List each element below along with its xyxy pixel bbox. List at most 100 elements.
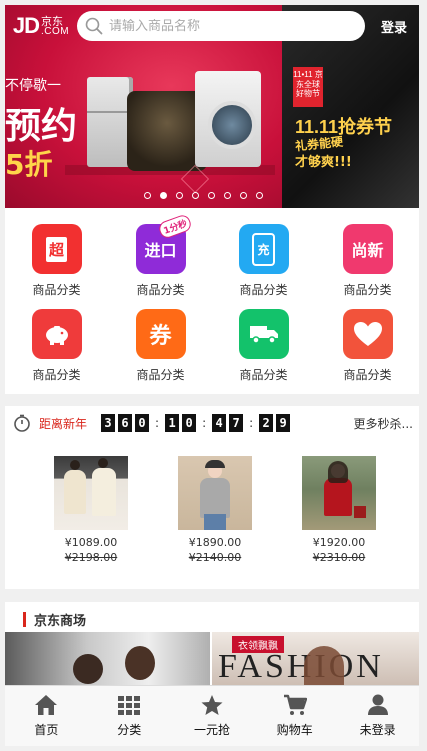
tab-label: 分类 <box>117 723 142 737</box>
product-image <box>302 456 376 530</box>
tab-label: 购物车 <box>276 723 313 737</box>
search-bar[interactable] <box>77 11 365 41</box>
shopping-cart-icon <box>283 694 307 715</box>
mall-banner-right[interactable]: 衣领飘飘 FASHION <box>212 632 419 692</box>
carousel-dot[interactable] <box>224 192 231 199</box>
recharge-icon: 进口 1分秒 <box>135 212 194 274</box>
timer-digit: 2 <box>259 414 274 432</box>
category-label: 商品分类 <box>239 283 288 297</box>
event-badge: 11•11 京东全球好物节 <box>293 67 323 107</box>
carousel-dot[interactable] <box>256 192 263 199</box>
category-glyph: 券 <box>149 324 172 349</box>
product-price: ¥1089.00 <box>64 536 118 549</box>
piggy-bank-icon <box>31 309 82 359</box>
product-image <box>54 456 128 530</box>
tab-home[interactable]: 首页 <box>5 686 88 746</box>
truck-icon <box>238 309 289 359</box>
seckill-section: 距离新年 360:10:47:29 更多秒杀... ¥1089.00 ¥2198… <box>5 406 419 589</box>
tab-user[interactable]: 未登录 <box>336 686 419 746</box>
tab-label: 未登录 <box>359 723 396 737</box>
cart-icon: 超 <box>31 224 82 274</box>
seckill-product[interactable]: ¥1920.00 ¥2310.00 <box>287 456 391 564</box>
seckill-product[interactable]: ¥1890.00 ¥2140.00 <box>163 456 267 564</box>
logo-cn: 京东 <box>41 14 63 28</box>
timer-digit: 0 <box>135 414 150 432</box>
carousel-dot[interactable] <box>208 192 215 199</box>
product-image <box>178 456 252 530</box>
seckill-header: 距离新年 360:10:47:29 更多秒杀... <box>13 412 413 434</box>
category-glyph: 充 <box>252 232 275 266</box>
tab-category[interactable]: 分类 <box>88 686 171 746</box>
heart-icon <box>342 309 393 359</box>
category-label: 商品分类 <box>136 368 185 382</box>
fashion-title: FASHION <box>218 648 384 685</box>
timer-separator: : <box>249 416 254 430</box>
hanger-icon: 尚新 <box>342 224 393 274</box>
app-frame: 不停歇一 预约 5折 11•11 京东全球好物节 11.11抢券节 礼券能硬 才… <box>5 5 419 746</box>
washer-image <box>195 71 261 167</box>
category-item[interactable]: 尚新 商品分类 <box>316 224 419 298</box>
mall-header: 京东商场 <box>23 610 86 629</box>
timer-digit: 3 <box>101 414 116 432</box>
tab-label: 首页 <box>34 723 59 737</box>
category-label: 商品分类 <box>343 368 392 382</box>
product-price: ¥1920.00 <box>312 536 366 549</box>
category-label: 商品分类 <box>32 368 81 382</box>
star-icon <box>201 695 223 715</box>
category-label: 商品分类 <box>343 283 392 297</box>
carousel-indicator[interactable] <box>144 192 263 199</box>
carousel-dot[interactable] <box>176 192 183 199</box>
login-button[interactable]: 登录 <box>369 17 419 36</box>
timer-digit: 1 <box>165 414 180 432</box>
section-accent-bar <box>23 612 26 627</box>
tab-cart[interactable]: 购物车 <box>253 686 336 746</box>
timer-separator: : <box>155 416 160 430</box>
product-price: ¥1890.00 <box>188 536 242 549</box>
category-item[interactable]: 充商品分类 <box>212 224 315 298</box>
carousel-dot[interactable] <box>240 192 247 199</box>
event-subtitle-2: 才够爽!!! <box>295 155 352 170</box>
category-item[interactable]: 商品分类 <box>212 309 315 383</box>
banner-promo-line1: 不停歇一 <box>5 78 61 94</box>
mall-banner-left[interactable] <box>5 632 210 692</box>
category-glyph: 超 <box>45 236 67 262</box>
tab-flash-deal[interactable]: 一元抢 <box>171 686 254 746</box>
category-item[interactable]: 商品分类 <box>5 309 108 383</box>
stopwatch-icon <box>14 414 30 432</box>
tab-label: 一元抢 <box>193 723 230 737</box>
grid-icon <box>118 696 141 715</box>
category-item[interactable]: 券商品分类 <box>109 309 212 383</box>
timer-separator: : <box>202 416 207 430</box>
timer-digit: 6 <box>118 414 133 432</box>
banner-promo-line3: 5折 <box>5 148 53 181</box>
category-item[interactable]: 超商品分类 <box>5 224 108 298</box>
category-badge: 1分秒 <box>157 212 194 241</box>
logo-com: .COM <box>41 25 70 37</box>
category-label: 商品分类 <box>136 283 185 297</box>
carousel-dot[interactable] <box>144 192 151 199</box>
product-original-price: ¥2140.00 <box>188 551 242 564</box>
logo-main: JD <box>12 13 40 38</box>
category-glyph: 尚新 <box>351 241 384 260</box>
product-original-price: ¥2198.00 <box>64 551 118 564</box>
category-glyph: 进口 <box>144 241 177 260</box>
category-label: 商品分类 <box>239 368 288 382</box>
category-item[interactable]: 进口 1分秒商品分类 <box>109 212 212 298</box>
seckill-product[interactable]: ¥1089.00 ¥2198.00 <box>39 456 143 564</box>
more-seckill-link[interactable]: 更多秒杀... <box>354 415 413 432</box>
search-input[interactable] <box>109 18 349 34</box>
timer-digit: 0 <box>182 414 197 432</box>
home-icon <box>35 695 58 715</box>
timer-digit: 7 <box>229 414 244 432</box>
bottom-tab-bar: 首页 分类 一元抢 购物车 未登录 <box>5 685 419 746</box>
top-header: JD 京东 .COM 登录 <box>5 5 419 47</box>
category-item[interactable]: 商品分类 <box>316 309 419 383</box>
logo-sub: 京东 .COM <box>41 16 69 37</box>
timer-digit: 9 <box>276 414 291 432</box>
carousel-dot[interactable] <box>160 192 167 199</box>
category-grid: 超商品分类 进口 1分秒 商品分类充商品分类 尚新 商品分类 商品分类券商品分类 商品分类 商品… <box>5 208 419 394</box>
product-original-price: ¥2310.00 <box>312 551 366 564</box>
carousel-dot[interactable] <box>192 192 199 199</box>
jd-logo[interactable]: JD 京东 .COM <box>5 5 77 47</box>
mall-title: 京东商场 <box>34 614 87 629</box>
